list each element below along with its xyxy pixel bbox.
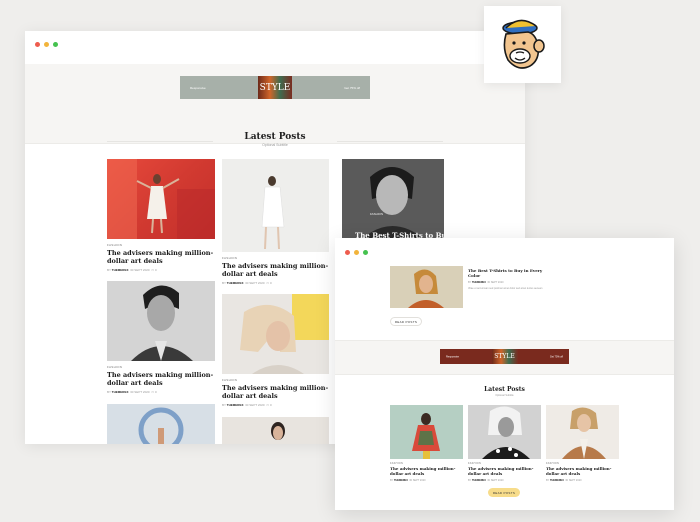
banner-left-text: Responsive bbox=[190, 85, 206, 90]
post-title[interactable]: The advisers making million-dollar art d… bbox=[222, 262, 332, 279]
post-image[interactable] bbox=[107, 404, 215, 444]
post-category[interactable]: FASHION bbox=[468, 462, 481, 465]
post-image[interactable] bbox=[107, 281, 215, 361]
post-title[interactable]: The advisers making million-dollar art d… bbox=[546, 466, 620, 477]
post-image[interactable] bbox=[107, 159, 215, 239]
ad-banner[interactable]: Responsive STYLE Get 75% off bbox=[440, 349, 569, 364]
post-meta: BY THEMEREX 30 SEPT 2020 bbox=[468, 479, 504, 482]
post-category[interactable]: FASHION bbox=[107, 365, 122, 369]
close-dot[interactable] bbox=[35, 42, 40, 47]
newsletter-preview-window-secondary: The Best T-Shirts to Buy in Every Color … bbox=[335, 238, 674, 510]
banner-left-text: Responsive bbox=[446, 355, 460, 358]
maximize-dot[interactable] bbox=[53, 42, 58, 47]
post-meta: BY THEMEREX 30 SEPT 2020 ▭ 0 bbox=[222, 403, 272, 407]
post-meta: BY THEMEREX 30 SEPT 2020 bbox=[546, 479, 582, 482]
minimize-dot[interactable] bbox=[44, 42, 49, 47]
post-image[interactable] bbox=[222, 294, 329, 374]
close-dot[interactable] bbox=[345, 250, 350, 255]
post-image[interactable] bbox=[390, 405, 463, 459]
mailchimp-freddie-icon bbox=[502, 19, 545, 69]
window-controls bbox=[35, 42, 58, 47]
banner-center-text: STYLE bbox=[258, 76, 292, 99]
featured-post-image[interactable] bbox=[390, 266, 463, 308]
post-category[interactable]: FASHION bbox=[222, 256, 237, 260]
section-title: Latest Posts bbox=[484, 386, 525, 393]
window-controls bbox=[345, 250, 368, 255]
read-posts-button[interactable]: READ POSTS bbox=[488, 488, 520, 497]
maximize-dot[interactable] bbox=[363, 250, 368, 255]
post-image[interactable] bbox=[546, 405, 619, 459]
post-category[interactable]: FASHION bbox=[222, 378, 237, 382]
post-meta: BY THEMEREX 30 SEPT 2020 ▭ 0 bbox=[107, 390, 157, 394]
post-image[interactable] bbox=[342, 159, 444, 239]
post-image[interactable] bbox=[468, 405, 541, 459]
post-meta: BY THEMEREX 30 SEPT 2020 ▭ 0 bbox=[222, 281, 272, 285]
section-subtitle: Optional Subtitle bbox=[495, 394, 514, 397]
section-subtitle: Optional Subtitle bbox=[262, 143, 288, 147]
post-meta: BY THEMEREX 30 SEPT 2020 ▭ 0 bbox=[107, 268, 157, 272]
post-title[interactable]: The advisers making million-dollar art d… bbox=[222, 384, 332, 401]
post-category[interactable]: FASHION bbox=[390, 462, 403, 465]
post-title[interactable]: The advisers making million-dollar art d… bbox=[107, 371, 217, 388]
post-image[interactable] bbox=[222, 417, 329, 444]
minimize-dot[interactable] bbox=[354, 250, 359, 255]
mailchimp-logo-card bbox=[484, 6, 561, 83]
post-title[interactable]: The advisers making million-dollar art d… bbox=[468, 466, 542, 477]
read-posts-button[interactable]: READ POSTS bbox=[390, 317, 422, 326]
section-title: Latest Posts bbox=[244, 132, 306, 142]
featured-post-meta: BY THEMEREX 30 SEPT 2020 bbox=[468, 281, 504, 284]
post-category[interactable]: FASHION bbox=[107, 243, 122, 247]
featured-post-excerpt: Vitae et accumsan sed pulvinar amet dolo… bbox=[468, 287, 543, 290]
post-category[interactable]: FASHION bbox=[546, 462, 559, 465]
post-title[interactable]: The advisers making million-dollar art d… bbox=[107, 249, 215, 266]
post-meta: BY THEMEREX 30 SEPT 2020 bbox=[390, 479, 426, 482]
post-category[interactable]: FASHION bbox=[370, 212, 383, 216]
banner-center-text: STYLE bbox=[491, 349, 518, 364]
post-title[interactable]: The advisers making million-dollar art d… bbox=[390, 466, 464, 477]
banner-right-text: Get 75% off bbox=[344, 85, 360, 90]
post-image[interactable] bbox=[222, 159, 329, 252]
featured-post-title[interactable]: The Best T-Shirts to Buy in Every Color bbox=[468, 268, 548, 279]
banner-right-text: Get 75% off bbox=[549, 355, 563, 358]
ad-banner[interactable]: Responsive STYLE Get 75% off bbox=[180, 76, 370, 99]
